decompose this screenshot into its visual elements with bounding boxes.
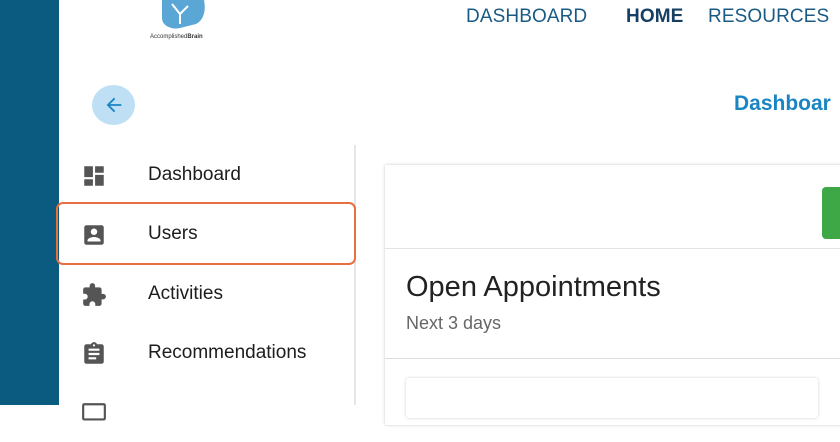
back-button[interactable] (92, 85, 135, 125)
sidebar-item-label: Dashboard (148, 164, 241, 185)
sidebar-item-activities[interactable]: Activities (62, 265, 352, 323)
sidebar-item-dashboard[interactable]: Dashboard (62, 146, 352, 204)
sidebar-item-more[interactable] (62, 384, 352, 442)
puzzle-icon (83, 283, 106, 306)
sidebar-divider (354, 145, 356, 405)
dashboard-icon (84, 166, 104, 186)
card-title: Open Appointments (406, 271, 661, 303)
sidebar-item-label: Recommendations (148, 342, 307, 363)
action-button[interactable] (822, 187, 840, 239)
arrow-left-icon (106, 97, 121, 113)
card-divider (385, 358, 840, 359)
appointment-item[interactable] (406, 378, 818, 418)
clipboard-icon (84, 342, 104, 364)
sidebar-item-label: Activities (148, 283, 223, 304)
logo-text[interactable]: AccomplishedBrain (150, 34, 203, 40)
selection-highlight (56, 202, 356, 265)
card-divider (385, 248, 840, 249)
sidebar-item-recommendations[interactable]: Recommendations (62, 324, 352, 382)
card-subtitle: Next 3 days (406, 313, 502, 333)
left-brand-bar (0, 0, 59, 405)
nav-dashboard-link[interactable]: DASHBOARD (466, 6, 587, 28)
nav-resources-link[interactable]: RESOURCES (708, 6, 829, 28)
nav-home-link[interactable]: HOME (626, 6, 683, 28)
page-title: Dashboar (734, 92, 831, 115)
